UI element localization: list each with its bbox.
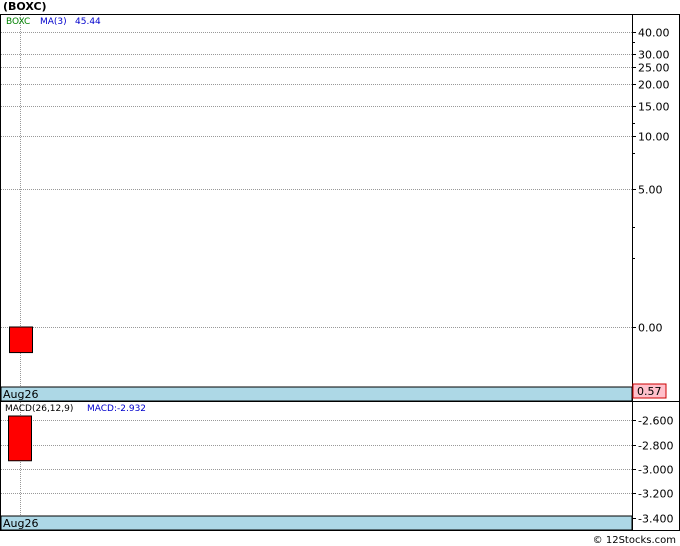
- price-tick-label: 15.00: [638, 101, 670, 114]
- price-tick-label: 10.00: [638, 131, 670, 144]
- price-tick-label: 30.00: [638, 49, 670, 62]
- macd-bar: [8, 415, 32, 462]
- price-date-strip: [0, 386, 633, 402]
- macd-axis-ticks: -2.600 -2.800 -3.000 -3.200 -3.400: [632, 415, 673, 526]
- price-axis-ticks: 40.00 30.0025.00 20.00 15.00 10.00 5.00 0.00: [632, 27, 670, 335]
- macd-date-label: Aug26: [3, 517, 38, 530]
- macd-date-strip: [0, 515, 633, 531]
- price-tick-label: 0.00: [638, 322, 663, 335]
- price-tick-label: 20.00: [638, 79, 670, 92]
- macd-tick-label: -3.000: [638, 464, 673, 477]
- price-tick-label: 5.00: [638, 184, 663, 197]
- price-candle: [9, 326, 33, 354]
- legend-ma-value: 45.44: [75, 17, 101, 27]
- price-tick-label: 25.00: [638, 62, 670, 75]
- macd-gridlines: [1, 402, 632, 519]
- macd-legend-value: MACD:-2.932: [87, 404, 146, 414]
- macd-tick-label: -2.600: [638, 415, 673, 428]
- price-panel-frame: [0, 14, 680, 402]
- last-price-badge: 0.57: [637, 385, 662, 398]
- price-candles: [9, 326, 33, 354]
- macd-bars: [8, 415, 32, 462]
- legend-symbol: BOXC: [6, 17, 30, 27]
- price-tick-label: 40.00: [638, 27, 670, 40]
- macd-tick-label: -3.200: [638, 488, 673, 501]
- macd-tick-label: -2.800: [638, 440, 673, 453]
- legend-ma: MA(3): [40, 17, 67, 27]
- stock-chart: 40.00 30.0025.00 20.00 15.00 10.00 5.00 0.00 A…: [0, 14, 680, 531]
- footer-copyright: © 12Stocks.com: [592, 535, 676, 546]
- price-gridlines: [1, 15, 632, 387]
- price-date-label: Aug26: [3, 388, 38, 401]
- macd-tick-label: -3.400: [638, 513, 673, 526]
- macd-legend-params: MACD(26,12,9): [5, 404, 73, 414]
